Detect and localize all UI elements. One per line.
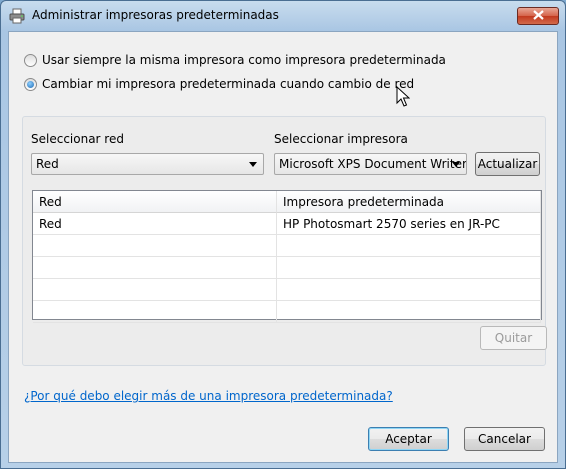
column-header-default-printer[interactable]: Impresora predeterminada [277, 191, 541, 213]
option-same-printer[interactable]: Usar siempre la misma impresora como imp… [24, 53, 446, 67]
table-row[interactable] [33, 235, 541, 257]
table-cell-printer [277, 301, 541, 323]
option-change-by-network-label: Cambiar mi impresora predeterminada cuan… [42, 77, 415, 91]
option-same-printer-label: Usar siempre la misma impresora como imp… [42, 53, 446, 67]
table-cell-network: Red [33, 213, 277, 235]
table-cell-printer: HP Photosmart 2570 series en JR-PC [277, 213, 541, 235]
window-title: Administrar impresoras predeterminadas [32, 8, 279, 22]
close-icon [532, 9, 544, 23]
table-cell-network [33, 235, 277, 257]
printer-label: Seleccionar impresora [274, 132, 408, 146]
table-header: Red Impresora predeterminada [33, 191, 541, 213]
chevron-down-icon [452, 162, 460, 167]
accept-button[interactable]: Aceptar [368, 427, 449, 451]
chevron-down-icon [249, 162, 257, 167]
table-cell-printer [277, 257, 541, 279]
update-button[interactable]: Actualizar [475, 152, 540, 176]
network-select-value: Red [36, 157, 59, 171]
dialog-window: Administrar impresoras predeterminadas U… [0, 0, 566, 469]
table-cell-printer [277, 235, 541, 257]
table-row[interactable] [33, 279, 541, 301]
network-printer-group: Seleccionar red Red Seleccionar impresor… [22, 116, 547, 366]
mouse-pointer-icon [396, 85, 411, 111]
close-button[interactable] [517, 7, 559, 25]
radio-change-by-network[interactable] [24, 77, 37, 91]
printer-select[interactable]: Microsoft XPS Document Writer [274, 153, 467, 175]
table-row[interactable] [33, 301, 541, 323]
title-bar[interactable]: Administrar impresoras predeterminadas [1, 1, 565, 31]
table-cell-network [33, 257, 277, 279]
table-cell-network [33, 301, 277, 323]
printer-select-value: Microsoft XPS Document Writer [279, 157, 467, 171]
printer-icon [9, 8, 25, 24]
table-row[interactable] [33, 257, 541, 279]
help-link[interactable]: ¿Por qué debo elegir más de una impresor… [24, 389, 393, 403]
table-cell-network [33, 279, 277, 301]
network-select[interactable]: Red [31, 153, 264, 175]
column-header-network[interactable]: Red [33, 191, 277, 213]
cancel-button[interactable]: Cancelar [464, 427, 545, 451]
dialog-content: Usar siempre la misma impresora como imp… [8, 31, 558, 463]
option-change-by-network[interactable]: Cambiar mi impresora predeterminada cuan… [24, 77, 414, 91]
remove-button[interactable]: Quitar [480, 326, 547, 350]
table-row[interactable]: Red HP Photosmart 2570 series en JR-PC [33, 213, 541, 235]
table-cell-printer [277, 279, 541, 301]
network-label: Seleccionar red [31, 132, 124, 146]
radio-same-printer[interactable] [24, 53, 37, 67]
default-printer-table: Red Impresora predeterminada Red HP Phot… [32, 190, 542, 323]
